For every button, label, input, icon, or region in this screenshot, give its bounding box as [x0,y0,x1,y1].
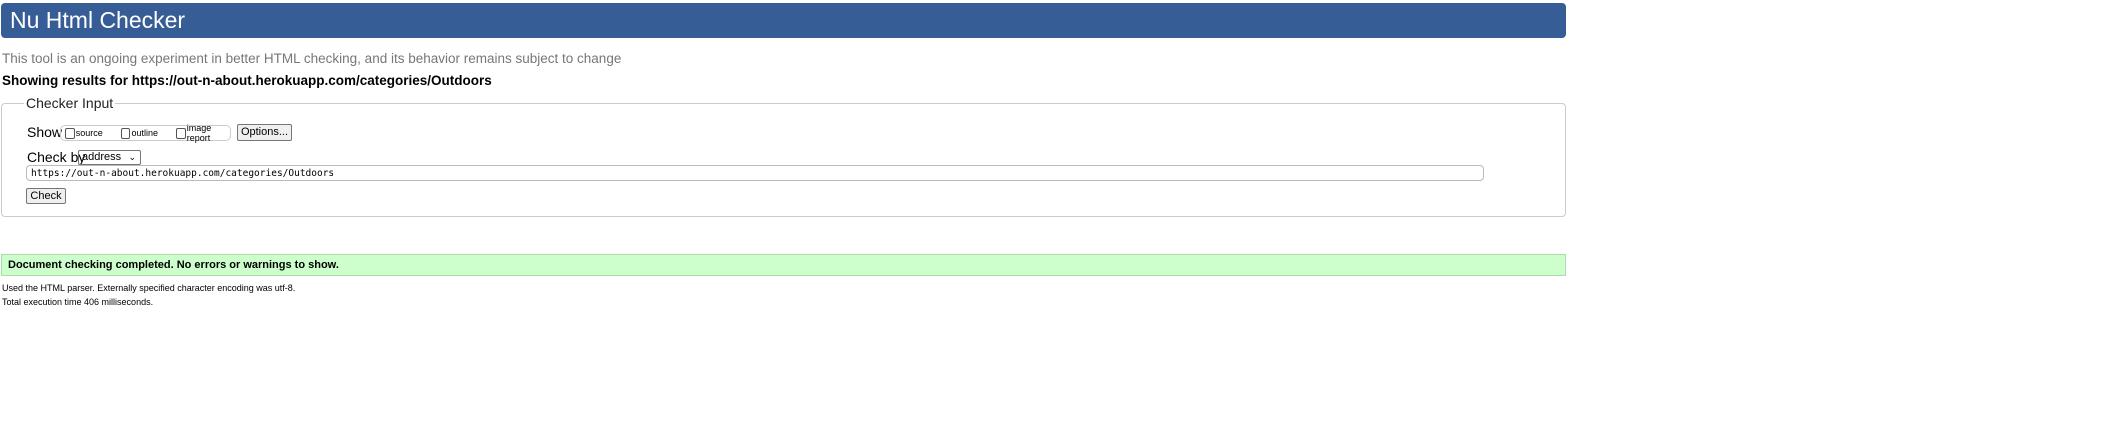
checker-input-fieldset [1,103,1566,217]
showing-results-heading: Showing results for https://out-n-about.… [2,73,492,88]
show-options-group: source outline image report [60,123,231,143]
chevron-down-icon: ⌄ [128,152,136,162]
source-checkbox[interactable] [65,127,75,139]
url-input[interactable]: https://out-n-about.herokuapp.com/catego… [26,165,1484,181]
outline-checkbox[interactable] [120,127,131,139]
parser-info: Used the HTML parser. Externally specifi… [2,283,296,293]
outline-label[interactable]: outline [131,128,158,138]
show-label: Show [27,124,63,140]
fieldset-legend: Checker Input [24,95,116,111]
intro-text: This tool is an ongoing experiment in be… [2,51,622,66]
success-message: Document checking completed. No errors o… [1,254,1566,276]
image-report-label[interactable]: image report [187,123,230,143]
check-by-value: address [82,151,122,163]
execution-time: Total execution time 406 milliseconds. [2,297,154,307]
page-header: Nu Html Checker [1,3,1566,38]
options-button[interactable]: Options... [237,124,292,141]
source-label[interactable]: source [76,128,103,138]
check-by-select[interactable]: address ⌄ [78,150,141,165]
check-button[interactable]: Check [26,188,66,204]
check-by-label: Check by [27,149,86,165]
image-report-checkbox[interactable] [175,127,186,139]
